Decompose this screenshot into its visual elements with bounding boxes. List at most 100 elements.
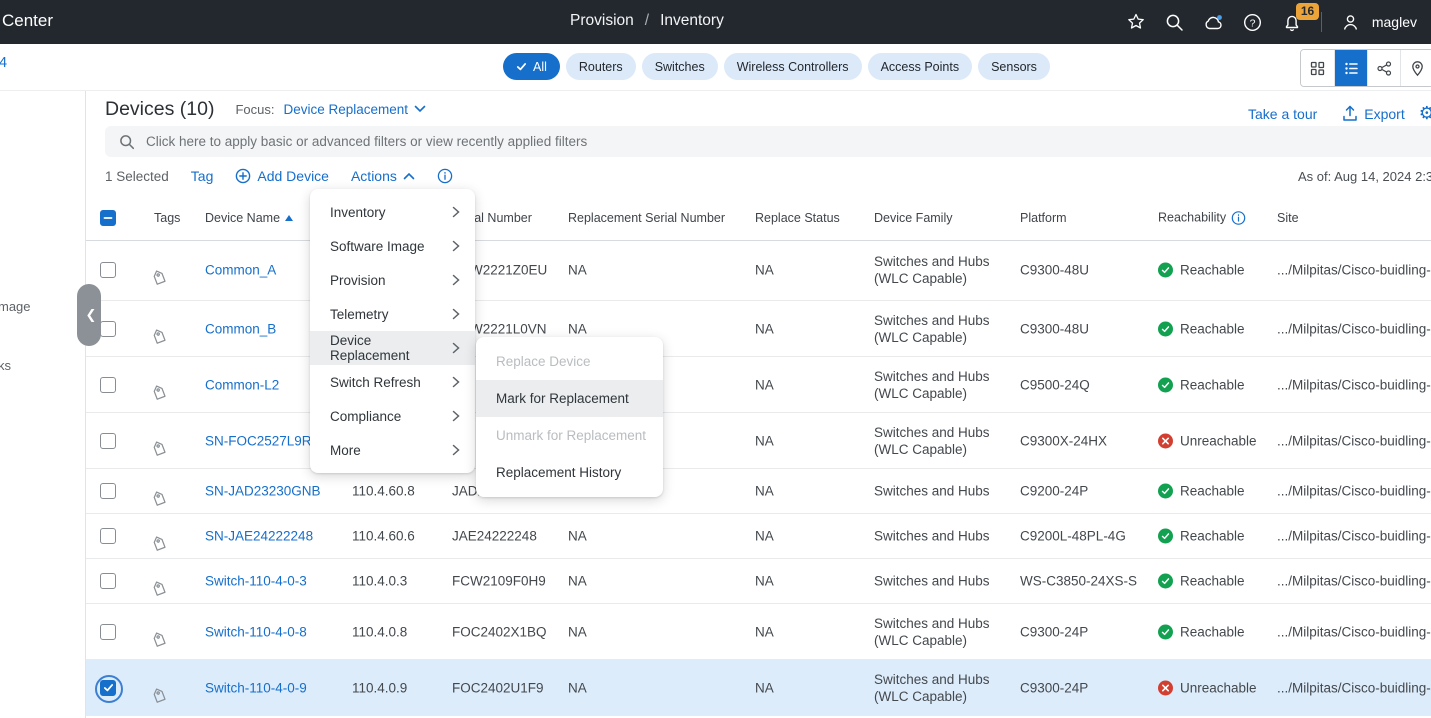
tag-icon[interactable] bbox=[148, 382, 170, 404]
table-settings-gear-icon[interactable]: ⚙ bbox=[1419, 103, 1431, 124]
replacement-serial-cell: NA bbox=[568, 624, 587, 639]
chevron-up-icon bbox=[403, 172, 415, 180]
device-name-link[interactable]: SN-JAD23230GNB bbox=[205, 484, 321, 499]
row-checkbox[interactable] bbox=[100, 624, 116, 640]
sidebar-collapse-handle[interactable]: ❮ bbox=[77, 284, 101, 346]
tag-icon[interactable] bbox=[148, 438, 170, 460]
tag-icon[interactable] bbox=[148, 578, 170, 600]
select-all-checkbox[interactable] bbox=[100, 210, 116, 226]
table-row[interactable]: SN-JAE24222248110.4.60.6JAE24222248NANAS… bbox=[85, 514, 1431, 559]
device-name-link[interactable]: SN-JAE24222248 bbox=[205, 529, 313, 544]
filter-pill-access-points[interactable]: Access Points bbox=[868, 53, 973, 80]
menu-item-compliance[interactable]: Compliance bbox=[310, 399, 475, 433]
filter-pill-sensors[interactable]: Sensors bbox=[978, 53, 1050, 80]
export-label: Export bbox=[1364, 106, 1404, 122]
menu-item-telemetry[interactable]: Telemetry bbox=[310, 297, 475, 331]
menu-item-switch-refresh[interactable]: Switch Refresh bbox=[310, 365, 475, 399]
row-checkbox[interactable] bbox=[100, 528, 116, 544]
menu-item-provision[interactable]: Provision bbox=[310, 263, 475, 297]
menu-item-software-image[interactable]: Software Image bbox=[310, 229, 475, 263]
row-checkbox[interactable] bbox=[100, 262, 116, 278]
filter-search-bar[interactable]: Click here to apply basic or advanced fi… bbox=[105, 126, 1431, 157]
cloud-icon[interactable] bbox=[1204, 12, 1224, 32]
filter-pill-routers[interactable]: Routers bbox=[566, 53, 636, 80]
filter-pill-all[interactable]: All bbox=[503, 53, 560, 80]
device-name-link[interactable]: Common_B bbox=[205, 321, 276, 336]
table-row[interactable]: SN-JAD23230GNB110.4.60.8JAD23230GNBNANAS… bbox=[85, 469, 1431, 514]
table-row[interactable]: SN-FOC2527L9RGNANASwitches and Hubs (WLC… bbox=[85, 413, 1431, 469]
export-button[interactable]: Export bbox=[1342, 105, 1404, 122]
table-row[interactable]: Common_AFCW2221Z0EUNANASwitches and Hubs… bbox=[85, 240, 1431, 301]
table-row[interactable]: Switch-110-4-0-3110.4.0.3FCW2109F0H9NANA… bbox=[85, 559, 1431, 604]
device-name-link[interactable]: Switch-110-4-0-9 bbox=[205, 680, 307, 695]
reachable-icon bbox=[1158, 321, 1173, 336]
table-row[interactable]: Common-L2NANASwitches and Hubs (WLC Capa… bbox=[85, 357, 1431, 413]
row-checkbox[interactable] bbox=[100, 321, 116, 337]
tag-icon[interactable] bbox=[148, 685, 170, 707]
serial-number-cell: FOC2402X1BQ bbox=[452, 624, 547, 639]
tag-icon[interactable] bbox=[148, 267, 170, 289]
reachability-cell: Unreachable bbox=[1158, 680, 1257, 695]
reachability-cell: Reachable bbox=[1158, 529, 1245, 544]
menu-item-device-replacement[interactable]: Device Replacement bbox=[310, 331, 475, 365]
table-row[interactable]: Common_BFCW2221L0VNNANASwitches and Hubs… bbox=[85, 301, 1431, 357]
device-name-link[interactable]: SN-FOC2527L9RG bbox=[205, 433, 322, 448]
tag-icon[interactable] bbox=[148, 629, 170, 651]
row-checkbox[interactable] bbox=[100, 377, 116, 393]
map-view-icon[interactable] bbox=[1400, 50, 1431, 86]
star-icon[interactable] bbox=[1126, 12, 1146, 32]
tag-icon[interactable] bbox=[148, 488, 170, 510]
replace-status-cell: NA bbox=[755, 377, 774, 392]
menu-item-more[interactable]: More bbox=[310, 433, 475, 467]
actions-menu-button[interactable]: Actions bbox=[351, 168, 415, 184]
menu-item-inventory[interactable]: Inventory bbox=[310, 195, 475, 229]
help-icon[interactable]: ? bbox=[1243, 12, 1263, 32]
device-name-link[interactable]: Switch-110-4-0-8 bbox=[205, 624, 307, 639]
actions-info-icon[interactable] bbox=[437, 168, 453, 184]
actions-dropdown-menu: InventorySoftware ImageProvisionTelemetr… bbox=[310, 189, 475, 473]
replacement-serial-cell: NA bbox=[568, 529, 587, 544]
col-replace-status: Replace Status bbox=[755, 211, 840, 225]
reachability-cell: Reachable bbox=[1158, 377, 1245, 392]
focus-dropdown[interactable]: Device Replacement bbox=[283, 102, 426, 117]
col-device-name[interactable]: Device Name bbox=[205, 211, 293, 225]
device-name-link[interactable]: Switch-110-4-0-3 bbox=[205, 574, 307, 589]
filter-pill-wireless-controllers[interactable]: Wireless Controllers bbox=[724, 53, 862, 80]
username[interactable]: maglev bbox=[1372, 14, 1417, 30]
left-sidebar: mage ks bbox=[0, 90, 86, 718]
sidebar-clipped-item-1[interactable]: mage bbox=[0, 299, 31, 314]
row-checkbox-cell bbox=[100, 321, 116, 337]
breadcrumb-provision[interactable]: Provision bbox=[570, 12, 634, 30]
device-name-link[interactable]: Common-L2 bbox=[205, 377, 279, 392]
add-device-button[interactable]: Add Device bbox=[235, 168, 329, 184]
take-a-tour-link[interactable]: Take a tour bbox=[1248, 106, 1317, 122]
notification-badge[interactable]: 16 bbox=[1296, 3, 1319, 20]
clipped-left-link[interactable]: 4 bbox=[0, 55, 7, 71]
submenu-item-replacement-history[interactable]: Replacement History bbox=[476, 454, 663, 491]
row-checkbox[interactable] bbox=[100, 573, 116, 589]
tag-icon[interactable] bbox=[148, 533, 170, 555]
search-icon[interactable] bbox=[1165, 12, 1185, 32]
list-view-icon[interactable] bbox=[1334, 50, 1367, 86]
user-icon[interactable] bbox=[1341, 12, 1361, 32]
table-row[interactable]: Switch-110-4-0-9110.4.0.9FOC2402U1F9NANA… bbox=[85, 660, 1431, 716]
tag-icon[interactable] bbox=[148, 326, 170, 348]
sidebar-clipped-item-2[interactable]: ks bbox=[0, 358, 11, 373]
breadcrumb-inventory[interactable]: Inventory bbox=[660, 12, 724, 30]
col-reachability: Reachability bbox=[1158, 210, 1246, 225]
table-row[interactable]: Switch-110-4-0-8110.4.0.8FOC2402X1BQNANA… bbox=[85, 604, 1431, 660]
tag-button[interactable]: Tag bbox=[191, 168, 214, 184]
filter-pill-switches[interactable]: Switches bbox=[642, 53, 718, 80]
reachability-info-icon[interactable] bbox=[1231, 210, 1246, 225]
replacement-serial-cell: NA bbox=[568, 574, 587, 589]
topology-view-icon[interactable] bbox=[1367, 50, 1400, 86]
site-cell: .../Milpitas/Cisco-buidling-2 bbox=[1277, 321, 1431, 336]
grid-view-icon[interactable] bbox=[1301, 50, 1334, 86]
device-name-link[interactable]: Common_A bbox=[205, 263, 276, 278]
device-family-cell: Switches and Hubs (WLC Capable) bbox=[874, 312, 1004, 346]
row-checkbox[interactable] bbox=[100, 433, 116, 449]
submenu-item-mark-for-replacement[interactable]: Mark for Replacement bbox=[476, 380, 663, 417]
bell-icon[interactable]: 16 bbox=[1282, 12, 1302, 32]
row-checkbox[interactable] bbox=[100, 680, 116, 696]
row-checkbox[interactable] bbox=[100, 483, 116, 499]
